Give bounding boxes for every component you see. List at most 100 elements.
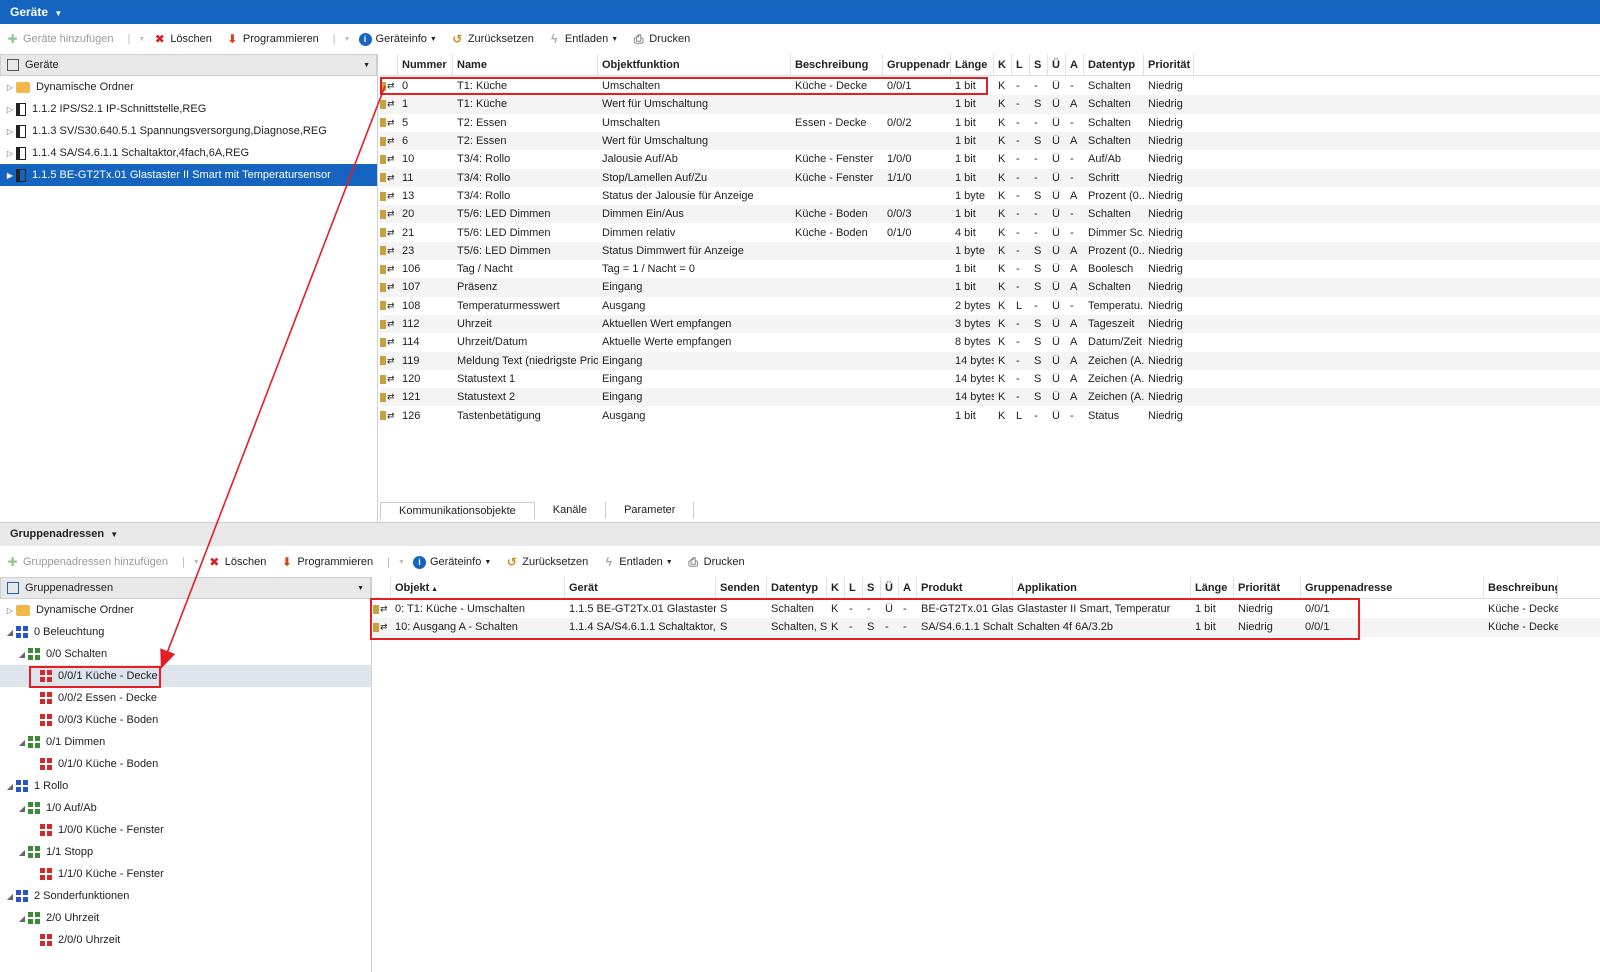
column-header[interactable]: Priorität (1144, 53, 1194, 76)
tab-channels[interactable]: Kanäle (535, 502, 607, 518)
group-tree-item[interactable]: ◢ 1/0 Auf/Ab (0, 797, 371, 819)
expand-arrow-icon[interactable]: ◢ (16, 914, 28, 923)
column-header[interactable]: A (899, 576, 917, 599)
chevron-down-icon[interactable]: ▼ (54, 9, 62, 18)
expand-arrow-icon[interactable]: ◢ (16, 848, 28, 857)
device-tree-item[interactable]: ▶ 1.1.5 BE-GT2Tx.01 Glastaster II Smart m… (0, 164, 377, 186)
device-tree-item[interactable]: ▷ 1.1.3 SV/S30.640.5.1 Spannungsversorgun… (0, 120, 377, 142)
column-header[interactable]: Ü (1048, 53, 1066, 76)
group-tree-item[interactable]: ◢ 2 Sonderfunktionen (0, 885, 371, 907)
chevron-down-icon[interactable]: ▼ (363, 62, 370, 69)
table-row[interactable]: ⇄ 108 Temperaturmesswert Ausgang 2 bytes K L - Ü… (380, 297, 1600, 315)
expand-arrow-icon[interactable]: ▷ (4, 606, 16, 615)
group-tree-item[interactable]: ◢ 1 Rollo (0, 775, 371, 797)
group-tree-item[interactable]: 2/0/0 Uhrzeit (0, 929, 371, 951)
table-row[interactable]: ⇄ 23 T5/6: LED Dimmen Status Dimmwert für A… (380, 241, 1600, 260)
column-header[interactable]: Datentyp (1084, 53, 1144, 76)
column-header[interactable]: Gerät (565, 576, 716, 599)
column-header[interactable]: Ü (881, 576, 899, 599)
chevron-down-icon[interactable]: ▼ (110, 530, 118, 539)
column-header[interactable]: Senden (716, 576, 767, 599)
reset-button[interactable]: ↺ Zurücksetzen (451, 32, 534, 46)
column-header[interactable]: Gruppenadresse (883, 53, 951, 76)
chevron-down-icon[interactable]: ▼ (193, 559, 200, 566)
group-tree-item[interactable]: ◢ 2/0 Uhrzeit (0, 907, 371, 929)
table-row[interactable]: ⇄ 10 T3/4: Rollo Jalousie Auf/Ab Küche - Fen… (380, 150, 1600, 168)
expand-arrow-icon[interactable]: ◢ (4, 628, 16, 637)
column-header[interactable]: S (863, 576, 881, 599)
table-row[interactable]: ⇄ 6 T2: Essen Wert für Umschaltung 1 bit K - S Ü… (380, 131, 1600, 151)
column-header[interactable]: L (845, 576, 863, 599)
table-row[interactable]: ⇄ 119 Meldung Text (niedrigste Prior... Ein… (380, 351, 1600, 370)
device-tree-item[interactable]: ▷ 1.1.4 SA/S4.6.1.1 Schaltaktor,4fach,6A,… (0, 142, 377, 164)
table-row[interactable]: ⇄ 126 Tastenbetätigung Ausgang 1 bit K L - Ü - Sta… (380, 406, 1600, 424)
program-button[interactable]: ⬇ Programmieren (226, 32, 318, 46)
group-tree-item[interactable]: 1/0/0 Küche - Fenster (0, 819, 371, 841)
device-info-button[interactable]: i Geräteinfo ▼ (358, 32, 437, 46)
group-tree-item[interactable]: 0/0/3 Küche - Boden (0, 709, 371, 731)
chevron-down-icon[interactable]: ▼ (138, 36, 145, 43)
delete-button[interactable]: ✖ Löschen (153, 32, 212, 46)
group-tree-item[interactable]: 0/0/2 Essen - Decke (0, 687, 371, 709)
table-row[interactable]: ⇄ 1 T1: Küche Wert für Umschaltung 1 bit K - S Ü… (380, 95, 1600, 114)
group-tree-item[interactable]: 1/1/0 Küche - Fenster (0, 863, 371, 885)
group-tree-item[interactable]: ◢ 1/1 Stopp (0, 841, 371, 863)
column-header[interactable]: Objektfunktion (598, 53, 791, 76)
devices-title-bar[interactable]: Geräte ▼ (0, 0, 1600, 24)
device-tree-item[interactable]: ▷ Dynamische Ordner (0, 76, 377, 98)
expand-arrow-icon[interactable]: ◢ (4, 782, 16, 791)
group-tree-item[interactable]: ◢ 0 Beleuchtung (0, 621, 371, 643)
chevron-down-icon[interactable]: ▼ (344, 36, 351, 43)
table-row[interactable]: ⇄ 107 Präsenz Eingang 1 bit K - S Ü A Schalten Nied… (380, 278, 1600, 297)
group-addresses-title-bar[interactable]: Gruppenadressen ▼ (0, 522, 1600, 546)
column-header[interactable]: Länge (1191, 576, 1234, 599)
add-group-addresses-button[interactable]: ✚ Gruppenadressen hinzufügen (6, 555, 167, 569)
group-tree-item[interactable]: ◢ 0/1 Dimmen (0, 731, 371, 753)
device-tree-item[interactable]: ▷ 1.1.2 IPS/S2.1 IP-Schnittstelle,REG (0, 98, 377, 120)
column-header[interactable]: Produkt (917, 576, 1013, 599)
tab-communication-objects[interactable]: Kommunikationsobjekte (380, 501, 535, 519)
delete-button[interactable]: ✖ Löschen (208, 555, 266, 569)
table-row[interactable]: ⇄ 21 T5/6: LED Dimmen Dimmen relativ Küche -… (380, 223, 1600, 241)
column-header[interactable]: L (1012, 53, 1030, 76)
column-header[interactable]: Nummer (398, 53, 453, 76)
column-header[interactable]: A (1066, 53, 1084, 76)
table-row[interactable]: ⇄ 13 T3/4: Rollo Status der Jalousie für An… (380, 187, 1600, 205)
print-button[interactable]: ⎙ Drucken (632, 32, 690, 46)
table-row[interactable]: ⇄ 20 T5/6: LED Dimmen Dimmen Ein/Aus Küche -… (380, 205, 1600, 224)
column-header[interactable]: Datentyp (767, 576, 827, 599)
expand-arrow-icon[interactable]: ◢ (16, 650, 28, 659)
column-header[interactable]: Beschreibung (1484, 576, 1558, 599)
expand-arrow-icon[interactable]: ▷ (4, 127, 16, 136)
column-header[interactable]: Gruppenadresse (1301, 576, 1484, 599)
chevron-down-icon[interactable]: ▼ (357, 585, 364, 592)
column-header[interactable]: Länge (951, 53, 994, 76)
expand-arrow-icon[interactable]: ▷ (4, 149, 16, 158)
group-tree-item[interactable]: ▷ Dynamische Ordner (0, 599, 371, 621)
print-button[interactable]: ⎙ Drucken (687, 555, 744, 569)
expand-arrow-icon[interactable]: ▶ (4, 171, 16, 180)
column-header[interactable]: Beschreibung (791, 53, 883, 76)
column-header[interactable]: K (827, 576, 845, 599)
chevron-down-icon[interactable]: ▼ (398, 559, 405, 566)
table-row[interactable]: ⇄ 11 T3/4: Rollo Stop/Lamellen Auf/Zu Küche … (380, 168, 1600, 187)
column-header[interactable]: S (1030, 53, 1048, 76)
column-header[interactable]: Objekt ▲ (391, 576, 565, 599)
table-row[interactable]: ⇄ 120 Statustext 1 Eingang 14 bytes K - S Ü A Zeic… (380, 370, 1600, 388)
table-row[interactable]: ⇄ 121 Statustext 2 Eingang 14 bytes K - S Ü A Zeic… (380, 388, 1600, 407)
table-row[interactable]: ⇄ 106 Tag / Nacht Tag = 1 / Nacht = 0 1 bit K… (380, 260, 1600, 278)
table-row[interactable]: ⇄ 5 T2: Essen Umschalten Essen - Decke 0/0/2 1… (380, 114, 1600, 132)
expand-arrow-icon[interactable]: ▷ (4, 83, 16, 92)
device-info-button[interactable]: i Geräteinfo ▼ (412, 555, 491, 569)
add-devices-button[interactable]: ✚ Geräte hinzufügen (6, 32, 113, 46)
program-button[interactable]: ⬇ Programmieren (280, 555, 373, 569)
expand-arrow-icon[interactable]: ▷ (4, 105, 16, 114)
unload-button[interactable]: ϟ Entladen ▼ (548, 32, 618, 46)
column-header[interactable]: Name (453, 53, 598, 76)
group-tree-item[interactable]: ◢ 0/0 Schalten (0, 643, 371, 665)
column-header[interactable]: Priorität (1234, 576, 1301, 599)
expand-arrow-icon[interactable]: ◢ (4, 892, 16, 901)
column-header[interactable]: Applikation (1013, 576, 1191, 599)
column-header[interactable]: K (994, 53, 1012, 76)
reset-button[interactable]: ↺ Zurücksetzen (505, 555, 589, 569)
